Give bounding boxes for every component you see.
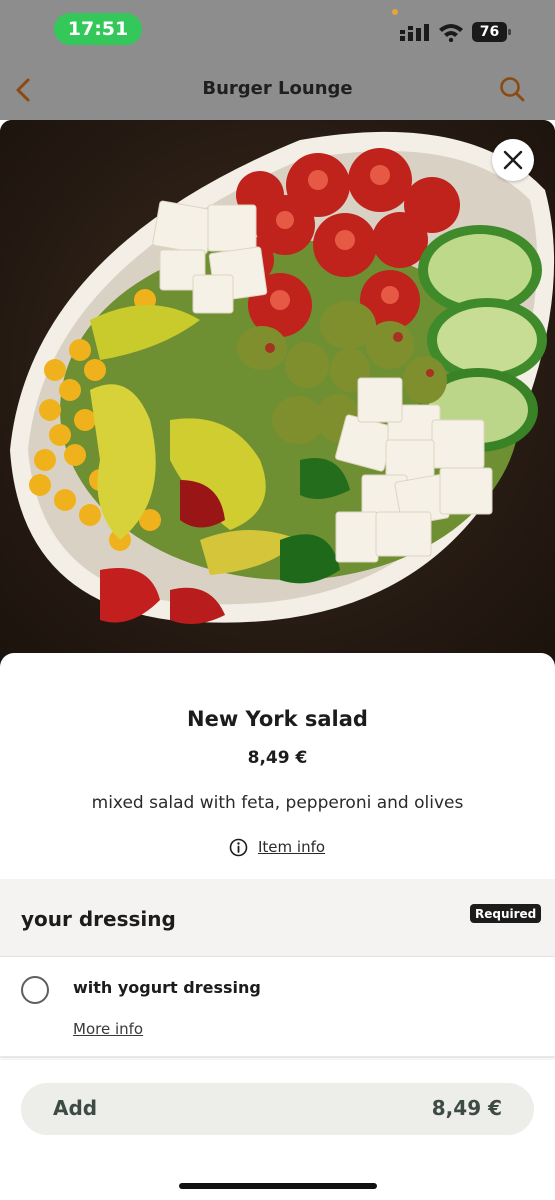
item-name: New York salad <box>187 707 368 731</box>
search-icon[interactable] <box>498 76 528 104</box>
close-button[interactable] <box>492 139 534 181</box>
more-info-link[interactable]: More info <box>73 1020 143 1038</box>
item-photo <box>0 120 555 680</box>
dressing-section-header: your dressing Required <box>0 879 555 957</box>
privacy-indicator-dot <box>392 9 398 15</box>
app-header: 17:51 76 Burger Lounge <box>0 0 555 120</box>
add-price: 8,49 € <box>431 1096 502 1120</box>
home-indicator <box>179 1183 377 1189</box>
info-icon <box>229 838 248 856</box>
add-label: Add <box>53 1096 98 1120</box>
bottom-bar: Add 8,49 € <box>0 1060 555 1200</box>
close-icon <box>503 150 523 170</box>
battery-cap <box>508 29 511 35</box>
add-to-cart-button[interactable]: Add 8,49 € <box>21 1083 534 1135</box>
option-label: with yogurt dressing <box>73 978 261 997</box>
item-info-link[interactable]: Item info <box>229 836 325 858</box>
required-badge: Required <box>470 904 542 923</box>
item-price: 8,49 € <box>247 748 308 768</box>
wifi-icon <box>439 24 463 42</box>
cellular-signal-icon <box>400 24 429 41</box>
item-description: mixed salad with feta, pepperoni and oli… <box>91 793 464 813</box>
dressing-option[interactable]: with yogurt dressing More info <box>0 958 555 1058</box>
battery-icon: 76 <box>472 22 512 42</box>
section-title: your dressing <box>21 907 176 931</box>
restaurant-title: Burger Lounge <box>202 78 353 99</box>
item-info-label: Item info <box>258 838 326 856</box>
radio-button[interactable] <box>21 976 49 1004</box>
status-time: 17:51 <box>54 13 142 45</box>
status-bar: 17:51 76 <box>0 0 555 60</box>
salad-bowl-illustration <box>0 120 555 680</box>
battery-level: 76 <box>472 22 507 42</box>
